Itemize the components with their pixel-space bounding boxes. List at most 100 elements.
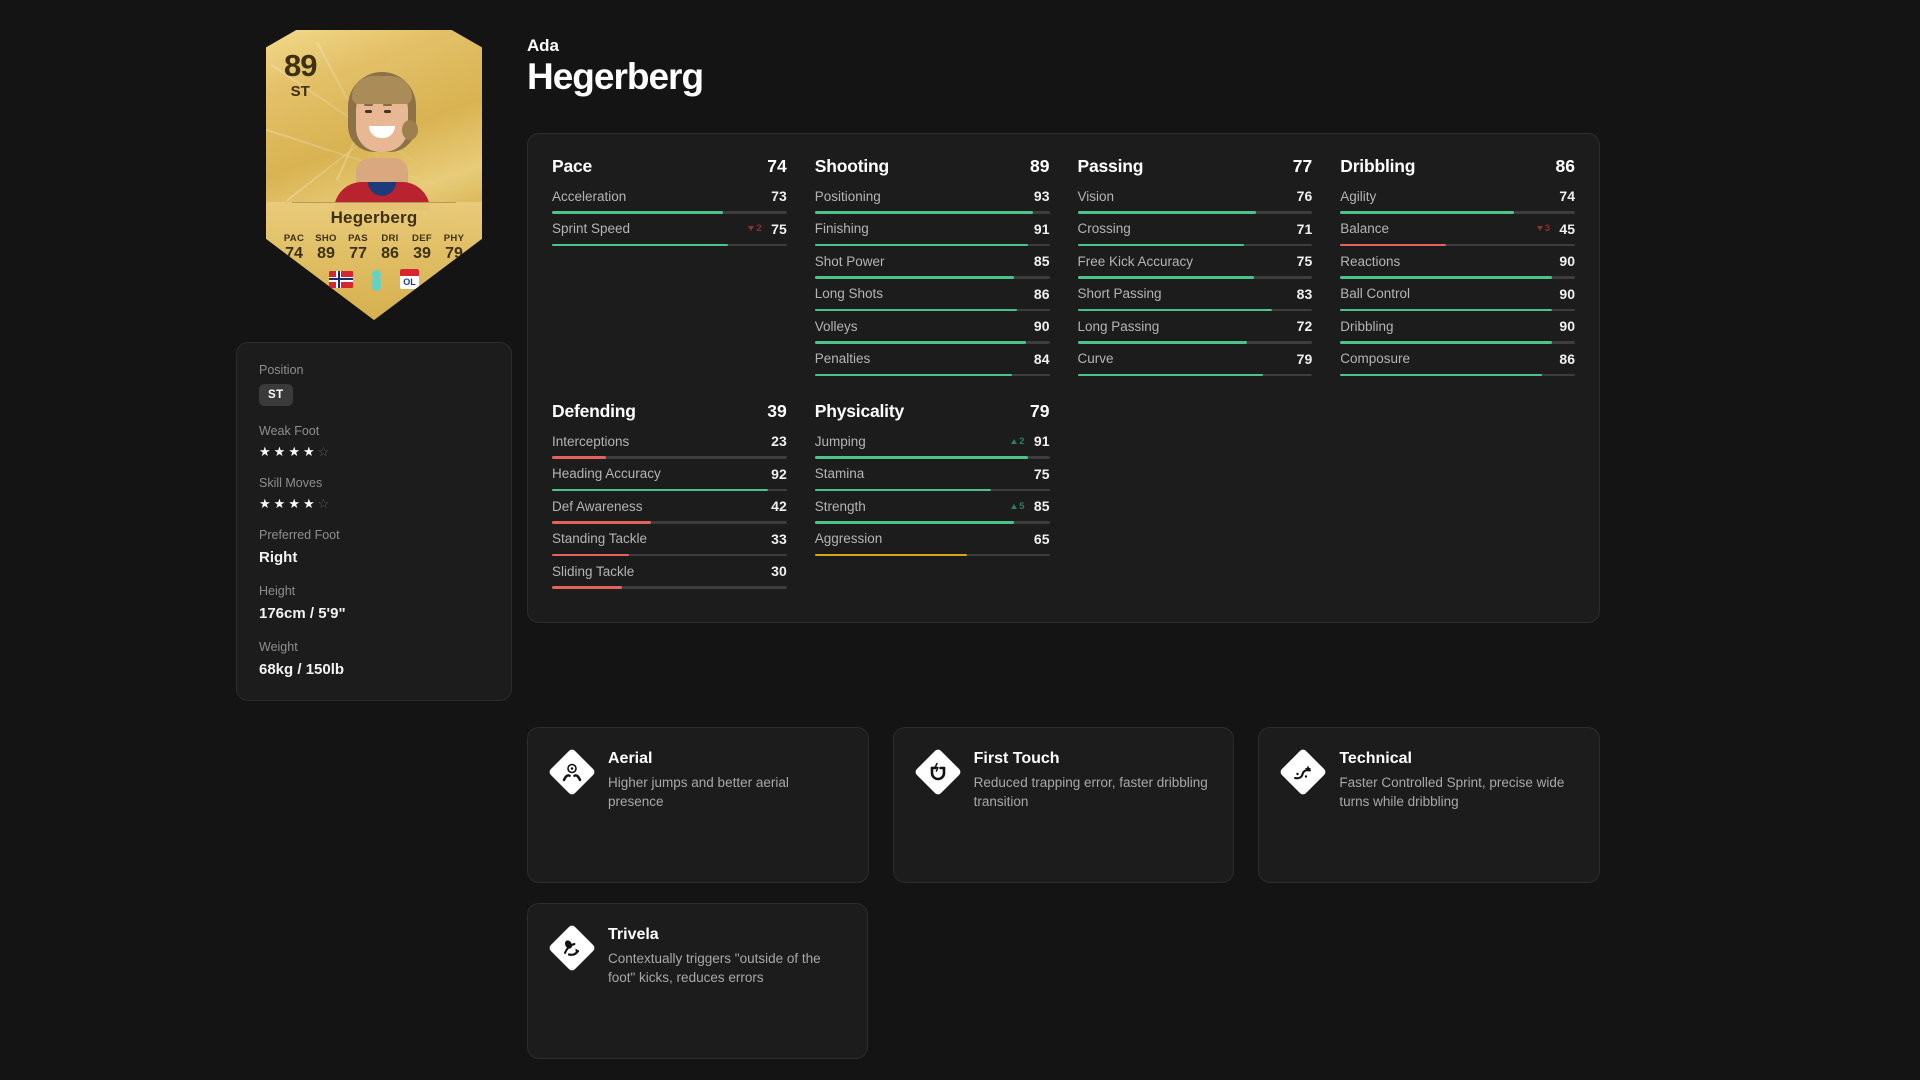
- attribute-value: 42: [771, 498, 787, 514]
- player-first-name: Ada: [527, 36, 559, 55]
- playstyle-card[interactable]: Aerial Higher jumps and better aerial pre…: [527, 727, 869, 883]
- attribute-value: 75: [771, 220, 787, 237]
- card-stat-phy: PHY 79: [443, 233, 465, 262]
- attribute-row: Acceleration 73: [552, 188, 787, 214]
- star-5: ☆: [317, 496, 330, 511]
- group-name: Dribbling: [1340, 156, 1416, 176]
- attribute-row: Long Passing 72: [1077, 318, 1313, 344]
- info-row-weight: Weight 68kg / 150lb: [259, 640, 489, 678]
- attribute-bar: [814, 211, 1050, 214]
- card-stat-pac: PAC 74: [283, 233, 305, 262]
- attribute-name: Jumping: [814, 433, 866, 449]
- player-item-card[interactable]: 89 ST Hegerberg PAC 74 SHO 89 PAS 77 DRI…: [266, 30, 482, 320]
- attribute-bar: [1340, 373, 1575, 376]
- attribute-value: 33: [771, 530, 787, 547]
- attribute-value: 76: [1296, 188, 1313, 204]
- attribute-value: 65: [1033, 530, 1050, 547]
- attribute-name: Positioning: [814, 188, 881, 204]
- weight-label: Weight: [259, 640, 298, 654]
- group-name: Pace: [552, 156, 593, 176]
- attribute-name: Volleys: [814, 318, 858, 334]
- position-chip[interactable]: ST: [259, 384, 293, 406]
- first-touch-playstyle-icon: [913, 747, 962, 797]
- attribute-value: 30: [771, 563, 787, 579]
- playstyle-description: Contextually triggers "outside of the fo…: [608, 951, 821, 985]
- attribute-name: Long Shots: [814, 286, 884, 301]
- attribute-value: 93: [1033, 188, 1050, 204]
- playstyle-card[interactable]: Technical Faster Controlled Sprint, preci…: [1258, 727, 1600, 883]
- attribute-group: Shooting 89 Positioning 93 Finishing 91 Shot P…: [814, 156, 1050, 383]
- group-value: 39: [767, 401, 787, 421]
- attribute-bar: [814, 341, 1050, 344]
- info-row-skill-moves: Skill Moves ★ ★ ★ ★ ☆: [259, 476, 489, 510]
- attribute-row: Vision 76: [1077, 188, 1313, 214]
- attribute-name: Interceptions: [552, 433, 630, 449]
- attribute-bar: [814, 521, 1050, 524]
- attribute-row: Reactions 90: [1340, 253, 1575, 279]
- player-profile-page: 89 ST Hegerberg PAC 74 SHO 89 PAS 77 DRI…: [0, 0, 1920, 1080]
- attribute-row: Short Passing 83: [1077, 285, 1313, 311]
- attribute-name: Curve: [1077, 351, 1114, 366]
- playstyle-card[interactable]: First Touch Reduced trapping error, faste…: [892, 727, 1235, 883]
- star-1: ★: [259, 444, 271, 459]
- attribute-name: Crossing: [1077, 221, 1131, 236]
- attribute-bar: [552, 243, 787, 246]
- attribute-name: Strength: [814, 498, 866, 514]
- attribute-row: Standing Tackle 33: [552, 530, 787, 556]
- attribute-value: 83: [1296, 285, 1313, 302]
- attribute-row: Composure 86: [1340, 351, 1575, 376]
- attribute-modifier: 2: [1011, 436, 1025, 447]
- attribute-bar: [552, 456, 787, 459]
- player-last-name: Hegerberg: [527, 56, 704, 97]
- attribute-row: Def Awareness 42: [552, 498, 787, 524]
- aerial-playstyle-icon: [547, 747, 597, 797]
- weight-value: 68kg / 150lb: [259, 661, 345, 678]
- star-5: ☆: [317, 444, 330, 459]
- attribute-row: Aggression 65: [814, 530, 1050, 556]
- attribute-value: 90: [1559, 253, 1575, 269]
- group-name: Defending: [552, 401, 636, 421]
- star-1: ★: [259, 496, 271, 511]
- norway-flag-icon: [329, 270, 353, 288]
- attribute-value: 75: [1296, 253, 1313, 269]
- attribute-bar: [1340, 341, 1575, 344]
- card-player-name: Hegerberg: [330, 208, 418, 227]
- playstyle-name: Aerial: [608, 750, 653, 767]
- attribute-bar: [1077, 341, 1313, 344]
- attribute-bar: [1077, 243, 1313, 246]
- attribute-row: Curve 79: [1077, 351, 1313, 376]
- card-stat-sho: SHO 89: [315, 233, 337, 262]
- attribute-value: 90: [1559, 318, 1575, 334]
- playstyle-card[interactable]: Trivela Contextually triggers "outside of…: [527, 903, 868, 1059]
- attribute-row: Stamina 75: [814, 466, 1050, 491]
- attribute-name: Standing Tackle: [552, 531, 648, 546]
- playstyles-row-2: Trivela Contextually triggers "outside of…: [527, 903, 868, 1059]
- attribute-name: Ball Control: [1340, 286, 1411, 301]
- attribute-bar: [552, 586, 787, 589]
- attribute-modifier: 2: [748, 223, 762, 234]
- attribute-name: Long Passing: [1077, 318, 1160, 334]
- info-row-weak-foot: Weak Foot ★ ★ ★ ★ ☆: [259, 424, 489, 458]
- attribute-group: Defending 39 Interceptions 23 Heading Accura…: [552, 401, 787, 596]
- attribute-name: Stamina: [814, 466, 865, 481]
- arrow-down-icon: [748, 226, 755, 231]
- attribute-value: 84: [1033, 350, 1050, 367]
- skill-moves-stars: ★ ★ ★ ★ ☆: [259, 497, 489, 510]
- attribute-row: Dribbling 90: [1340, 318, 1575, 344]
- attribute-name: Penalties: [814, 351, 871, 366]
- attribute-bar: [552, 488, 787, 491]
- attribute-value: 72: [1296, 318, 1313, 334]
- attribute-row: Crossing 71: [1077, 221, 1313, 246]
- skill-moves-label: Skill Moves: [259, 476, 323, 490]
- attribute-row: Free Kick Accuracy 75: [1077, 253, 1313, 279]
- attribute-value: 92: [771, 465, 787, 482]
- attribute-row: Agility 74: [1340, 188, 1575, 214]
- attribute-value: 90: [1033, 318, 1050, 334]
- attribute-bar: [814, 276, 1050, 279]
- attribute-name: Balance: [1340, 221, 1390, 236]
- attribute-group: Physicality 79 Jumping 2 91 Stamina 75 Strength…: [814, 401, 1050, 596]
- arrow-up-icon: [1011, 503, 1018, 509]
- attribute-bar: [1077, 211, 1313, 214]
- attribute-name: Free Kick Accuracy: [1077, 253, 1194, 269]
- olympique-lyonnais-crest-icon: OL: [400, 269, 419, 289]
